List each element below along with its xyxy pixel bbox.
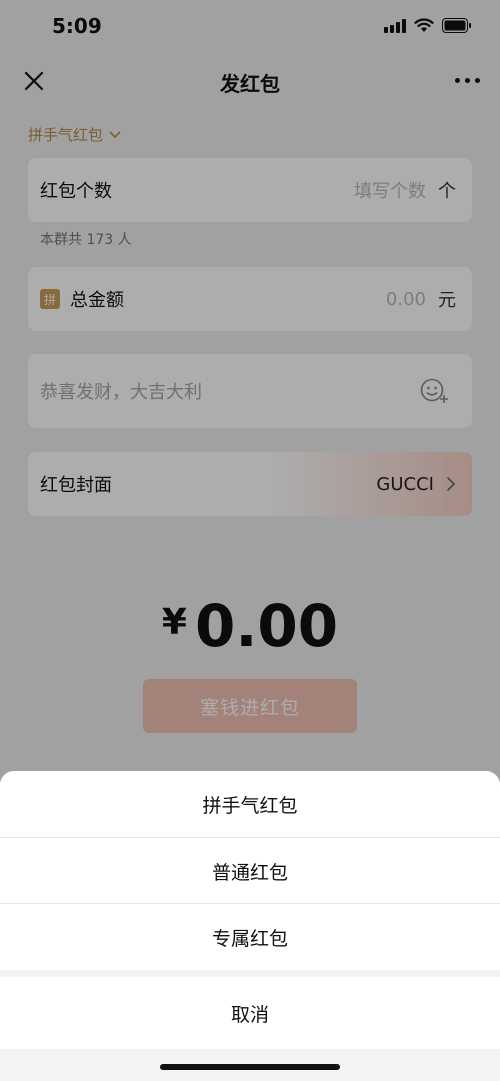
sheet-option-exclusive[interactable]: 专属红包 [0, 903, 500, 970]
sheet-cancel-button[interactable]: 取消 [0, 977, 500, 1049]
sheet-option-normal[interactable]: 普通红包 [0, 837, 500, 904]
action-sheet: 拼手气红包 普通红包 专属红包 取消 [0, 771, 500, 1081]
sheet-option-lucky[interactable]: 拼手气红包 [0, 771, 500, 837]
home-indicator [160, 1064, 340, 1070]
